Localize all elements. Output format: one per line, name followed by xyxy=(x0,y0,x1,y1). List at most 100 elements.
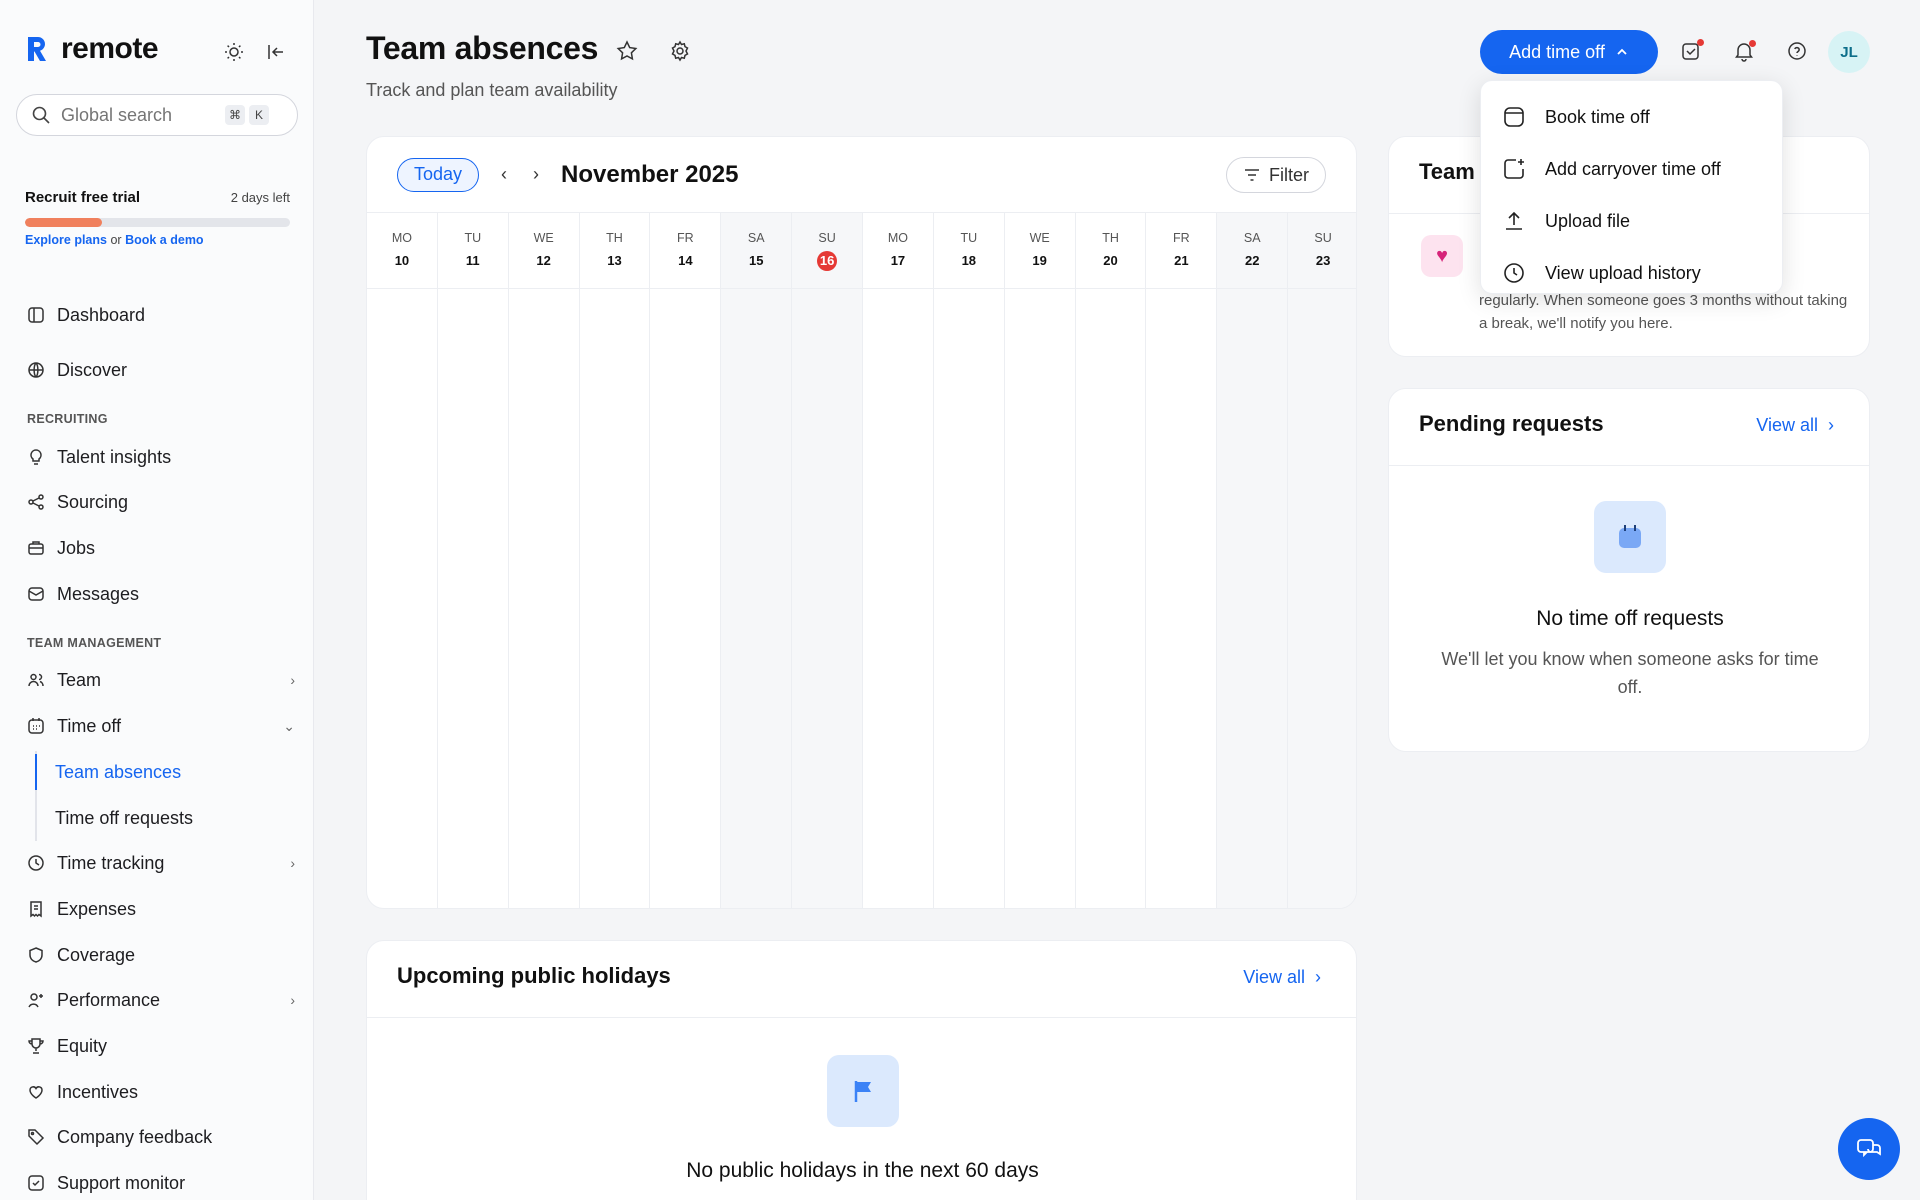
sidebar-item-performance[interactable]: Performance › xyxy=(25,980,295,1020)
calendar-day-column[interactable]: MO 17 xyxy=(863,213,934,908)
chat-icon xyxy=(1857,1139,1881,1158)
add-time-off-button[interactable]: Add time off xyxy=(1480,30,1658,74)
calendar-day-column[interactable]: FR 14 xyxy=(650,213,722,908)
brand-logo[interactable]: remote xyxy=(25,32,159,66)
book-demo-link[interactable]: Book a demo xyxy=(125,233,204,247)
calendar-day-column[interactable]: TH 13 xyxy=(579,213,651,908)
pending-requests-card: Pending requests View all › No time off … xyxy=(1388,388,1870,752)
calendar-day-column[interactable]: WE 19 xyxy=(1004,213,1076,908)
collapse-sidebar-icon[interactable] xyxy=(262,38,290,66)
day-number: 17 xyxy=(890,253,906,268)
chat-support-button[interactable] xyxy=(1838,1118,1900,1180)
day-number: 18 xyxy=(961,253,977,268)
calendar-day-column[interactable]: SA 22 xyxy=(1217,213,1289,908)
bell-icon[interactable] xyxy=(1729,36,1759,66)
day-number: 12 xyxy=(536,253,551,268)
calendar-day-column[interactable]: TH 20 xyxy=(1075,213,1147,908)
upload-icon xyxy=(1501,208,1527,234)
calendar-day-header: TU 18 xyxy=(933,213,1004,289)
day-of-week: TU xyxy=(960,230,978,245)
calendar-day-column[interactable]: SU 16 xyxy=(792,213,864,908)
sidebar-item-label: Jobs xyxy=(57,537,96,558)
add-time-off-label: Add time off xyxy=(1509,41,1605,62)
remote-logo-icon xyxy=(28,37,46,61)
sidebar-item-label: Incentives xyxy=(57,1081,139,1102)
today-button[interactable]: Today xyxy=(397,157,480,192)
pending-view-all-link[interactable]: View all › xyxy=(1756,415,1834,436)
day-number: 11 xyxy=(465,253,480,268)
sidebar-item-sourcing[interactable]: Sourcing xyxy=(25,482,295,522)
view-all-label: View all xyxy=(1243,967,1305,987)
page-subtitle: Track and plan team availability xyxy=(366,80,618,100)
menu-item-upload-file[interactable]: Upload file xyxy=(1481,195,1782,247)
settings-gear-icon[interactable] xyxy=(667,38,693,64)
next-week-icon[interactable]: › xyxy=(533,164,539,185)
sidebar-item-time-tracking[interactable]: Time tracking › xyxy=(25,843,295,883)
sidebar-item-label: Coverage xyxy=(57,944,136,965)
add-square-icon xyxy=(1501,156,1527,182)
filter-label: Filter xyxy=(1269,164,1309,185)
chevron-right-icon: › xyxy=(290,855,295,871)
chevron-right-icon: › xyxy=(1828,415,1834,435)
section-team-management: TEAM MANAGEMENT xyxy=(27,636,162,650)
heart-icon xyxy=(25,1081,47,1103)
sidebar-item-team[interactable]: Team › xyxy=(25,660,295,700)
sidebar-item-expenses[interactable]: Expenses xyxy=(25,889,295,929)
sidebar-subitem-time-off-requests[interactable]: Time off requests xyxy=(35,800,193,836)
team-card-title: Team xyxy=(1419,159,1475,184)
sidebar-subitem-team-absences[interactable]: Team absences xyxy=(35,754,181,790)
sidebar-item-incentives[interactable]: Incentives xyxy=(25,1072,295,1112)
explore-plans-link[interactable]: Explore plans xyxy=(25,233,107,247)
calendar-day-column[interactable]: MO 10 xyxy=(367,213,438,908)
brand-name: remote xyxy=(61,32,159,65)
menu-item-view-upload-history[interactable]: View upload history xyxy=(1481,247,1782,299)
trial-days-left: 2 days left xyxy=(230,190,290,205)
trial-progress-bar xyxy=(25,218,290,227)
help-icon[interactable] xyxy=(1782,36,1812,66)
sidebar-item-coverage[interactable]: Coverage xyxy=(25,935,295,975)
holidays-empty-title: No public holidays in the next 60 days xyxy=(686,1159,1039,1182)
sidebar-item-time-off[interactable]: Time off ⌄ xyxy=(25,706,295,746)
theme-toggle-icon[interactable] xyxy=(220,38,248,66)
day-of-week: MO xyxy=(887,230,909,245)
sidebar-item-talent-insights[interactable]: Talent insights xyxy=(25,437,295,477)
calendar-day-column[interactable]: WE 12 xyxy=(508,213,580,908)
sidebar-item-label: Expenses xyxy=(57,898,137,919)
sidebar-item-support-monitor[interactable]: Support monitor xyxy=(25,1163,295,1200)
star-icon[interactable] xyxy=(614,38,640,64)
sidebar-item-label: Dashboard xyxy=(57,304,146,325)
section-recruiting: RECRUITING xyxy=(27,412,108,426)
calendar-day-column[interactable]: SU 23 xyxy=(1288,213,1356,908)
globe-icon xyxy=(25,359,47,381)
holidays-view-all-link[interactable]: View all › xyxy=(1243,967,1321,988)
sidebar-item-label: Team xyxy=(57,669,102,690)
holidays-title: Upcoming public holidays xyxy=(397,963,671,988)
tasks-icon[interactable] xyxy=(1676,36,1706,66)
sidebar-item-dashboard[interactable]: Dashboard xyxy=(25,295,295,335)
calendar-day-column[interactable]: FR 21 xyxy=(1146,213,1218,908)
calendar-day-column[interactable]: TU 11 xyxy=(437,213,509,908)
search-input[interactable] xyxy=(61,104,221,126)
shield-icon xyxy=(25,944,47,966)
calendar-day-column[interactable]: SA 15 xyxy=(721,213,793,908)
sidebar-item-company-feedback[interactable]: Company feedback xyxy=(25,1117,295,1157)
sidebar-item-label: Discover xyxy=(57,359,128,380)
user-avatar[interactable]: JL xyxy=(1828,31,1870,73)
sidebar-item-jobs[interactable]: Jobs xyxy=(25,528,295,568)
calendar-day-column[interactable]: TU 18 xyxy=(933,213,1005,908)
calendar-month: November 2025 xyxy=(561,160,739,188)
menu-item-label: View upload history xyxy=(1545,262,1701,283)
menu-item-add-carryover[interactable]: Add carryover time off xyxy=(1481,143,1782,195)
day-number: 19 xyxy=(1032,253,1047,268)
global-search[interactable]: ⌘ K xyxy=(16,94,298,136)
filter-button[interactable]: Filter xyxy=(1226,157,1326,193)
prev-week-icon[interactable]: ‹ xyxy=(501,164,507,185)
sidebar-item-discover[interactable]: Discover xyxy=(25,350,295,390)
menu-item-book-time-off[interactable]: Book time off xyxy=(1481,91,1782,143)
heart-icon: ♥ xyxy=(1421,235,1463,277)
sidebar-item-messages[interactable]: Messages xyxy=(25,574,295,614)
user-star-icon xyxy=(25,989,47,1011)
calendar-day-header: SU 23 xyxy=(1288,213,1356,289)
day-of-week: SU xyxy=(818,230,836,245)
sidebar-item-equity[interactable]: Equity xyxy=(25,1026,295,1066)
